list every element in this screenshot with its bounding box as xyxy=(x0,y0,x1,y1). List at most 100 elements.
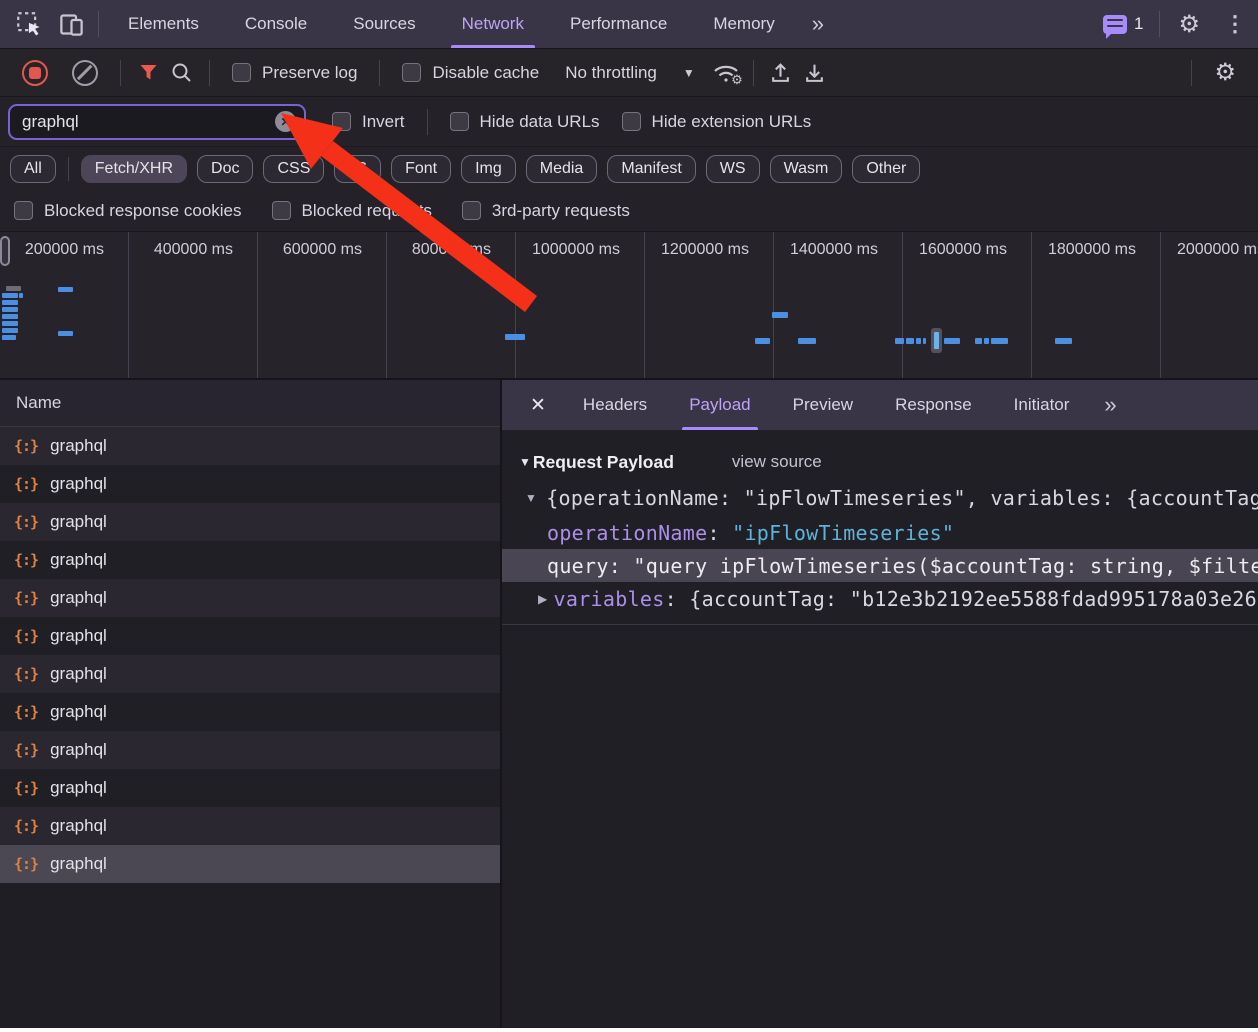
hide-extension-urls-checkbox[interactable]: Hide extension URLs xyxy=(622,112,812,132)
blocked-requests-checkbox[interactable]: Blocked requests xyxy=(272,201,432,221)
third-party-requests-checkbox[interactable]: 3rd-party requests xyxy=(462,201,630,221)
payload-query-row[interactable]: query: "query ipFlowTimeseries($accountT… xyxy=(502,549,1258,582)
tab-console[interactable]: Console xyxy=(222,0,330,48)
fetch-xhr-icon: {:} xyxy=(14,627,38,645)
more-detail-tabs-icon[interactable]: » xyxy=(1090,392,1128,418)
request-row[interactable]: {:}graphql xyxy=(0,617,500,655)
search-icon[interactable] xyxy=(165,56,199,90)
tab-performance[interactable]: Performance xyxy=(547,0,690,48)
section-title: Request Payload xyxy=(533,452,674,473)
import-har-icon[interactable] xyxy=(764,56,798,90)
export-har-icon[interactable] xyxy=(798,56,832,90)
request-row[interactable]: {:}graphql xyxy=(0,769,500,807)
waterfall-bar xyxy=(2,300,18,305)
request-row[interactable]: {:} graphql xyxy=(0,731,500,769)
chip-ws[interactable]: WS xyxy=(706,155,760,183)
inspect-element-icon[interactable] xyxy=(8,0,50,48)
request-row[interactable]: {:}graphql xyxy=(0,427,500,465)
detail-tab-preview[interactable]: Preview xyxy=(772,380,874,430)
fetch-xhr-icon: {:} xyxy=(14,589,38,607)
filter-icon[interactable] xyxy=(131,56,165,90)
tab-memory[interactable]: Memory xyxy=(690,0,797,48)
expander-icon[interactable]: ▼ xyxy=(525,491,537,505)
payload-variables-row[interactable]: ▶ variables: {accountTag: "b12e3b2192ee5… xyxy=(502,582,1258,615)
chip-font[interactable]: Font xyxy=(391,155,451,183)
detail-tab-response[interactable]: Response xyxy=(874,380,993,430)
divider xyxy=(68,157,69,181)
request-name: graphql xyxy=(50,778,107,798)
request-row[interactable]: {:}graphql xyxy=(0,503,500,541)
chip-js[interactable]: JS xyxy=(334,155,381,183)
waterfall-bar xyxy=(2,314,18,319)
tab-sources[interactable]: Sources xyxy=(330,0,438,48)
chip-all[interactable]: All xyxy=(10,155,56,183)
chip-img[interactable]: Img xyxy=(461,155,516,183)
record-network-log-button[interactable] xyxy=(22,60,48,86)
throttling-dropdown[interactable]: No throttling ▼ xyxy=(565,63,695,83)
disable-cache-checkbox[interactable]: Disable cache xyxy=(402,63,539,83)
timeline-label: 1400000 ms xyxy=(774,232,903,378)
chip-other[interactable]: Other xyxy=(852,155,920,183)
waterfall-bar xyxy=(895,338,904,344)
divider xyxy=(753,60,754,86)
request-name: graphql xyxy=(50,740,107,760)
blocked-response-cookies-checkbox[interactable]: Blocked response cookies xyxy=(14,201,242,221)
settings-gear-icon[interactable]: ⚙ xyxy=(1166,10,1212,39)
clear-filter-icon[interactable]: ✕ xyxy=(275,111,296,132)
waterfall-bar xyxy=(975,338,982,344)
clear-network-log-button[interactable] xyxy=(72,60,98,86)
request-name: graphql xyxy=(50,854,107,874)
device-toolbar-icon[interactable] xyxy=(50,0,92,48)
issues-button[interactable]: 1 xyxy=(1093,14,1153,34)
request-row[interactable]: {:}graphql xyxy=(0,845,500,883)
filter-options-row: Blocked response cookies Blocked request… xyxy=(0,190,1258,232)
detail-tab-payload[interactable]: Payload xyxy=(668,380,771,430)
request-payload-section[interactable]: ▼ Request Payload view source xyxy=(502,444,1258,480)
payload-operation-row[interactable]: operationName: "ipFlowTimeseries" xyxy=(502,516,1258,549)
tab-elements[interactable]: Elements xyxy=(105,0,222,48)
tab-network[interactable]: Network xyxy=(439,0,547,48)
request-row[interactable]: {:}graphql xyxy=(0,465,500,503)
invert-checkbox[interactable]: Invert xyxy=(332,112,405,132)
request-row[interactable]: {:}graphql xyxy=(0,807,500,845)
chip-wasm[interactable]: Wasm xyxy=(770,155,843,183)
expander-icon[interactable]: ▶ xyxy=(538,592,548,606)
chip-css[interactable]: CSS xyxy=(263,155,324,183)
devtools-window: ElementsConsoleSourcesNetworkPerformance… xyxy=(0,0,1258,1032)
view-source-link[interactable]: view source xyxy=(732,452,822,472)
detail-tab-headers[interactable]: Headers xyxy=(562,380,668,430)
close-icon[interactable]: ✕ xyxy=(514,394,562,417)
filter-input[interactable] xyxy=(22,112,275,132)
request-row[interactable]: {:}graphql xyxy=(0,541,500,579)
screenshot-edge xyxy=(0,1028,1258,1032)
payload-root-row[interactable]: ▼ {operationName: "ipFlowTimeseries", va… xyxy=(502,480,1258,516)
chip-fetch-xhr[interactable]: Fetch/XHR xyxy=(81,155,187,183)
divider xyxy=(1159,11,1160,37)
name-column-header[interactable]: Name xyxy=(0,380,500,427)
request-name: graphql xyxy=(50,664,107,684)
detail-tab-initiator[interactable]: Initiator xyxy=(993,380,1091,430)
request-row[interactable]: {:}graphql xyxy=(0,579,500,617)
checkbox-box xyxy=(14,201,33,220)
fetch-xhr-icon: {:} xyxy=(14,741,38,759)
chip-manifest[interactable]: Manifest xyxy=(607,155,695,183)
more-tabs-icon[interactable]: » xyxy=(798,11,836,37)
timeline-label: 400000 ms xyxy=(129,232,258,378)
network-conditions-icon[interactable]: ⚙ xyxy=(709,56,743,90)
waterfall-bar xyxy=(916,338,921,344)
chip-doc[interactable]: Doc xyxy=(197,155,253,183)
divider xyxy=(427,109,428,135)
request-row[interactable]: {:}graphql xyxy=(0,655,500,693)
hide-data-urls-checkbox[interactable]: Hide data URLs xyxy=(450,112,600,132)
fetch-xhr-icon: {:} xyxy=(14,551,38,569)
checkbox-box xyxy=(272,201,291,220)
divider xyxy=(209,60,210,86)
kebab-menu-icon[interactable]: ⋮ xyxy=(1212,11,1258,37)
waterfall-bar xyxy=(6,286,21,291)
chip-media[interactable]: Media xyxy=(526,155,598,183)
preserve-log-checkbox[interactable]: Preserve log xyxy=(232,63,357,83)
network-settings-gear-icon[interactable]: ⚙ xyxy=(1202,58,1248,87)
request-row[interactable]: {:}graphql xyxy=(0,693,500,731)
network-overview-timeline[interactable]: 200000 ms400000 ms600000 ms800000 ms1000… xyxy=(0,232,1258,380)
timeline-scroll-handle[interactable] xyxy=(0,236,10,266)
